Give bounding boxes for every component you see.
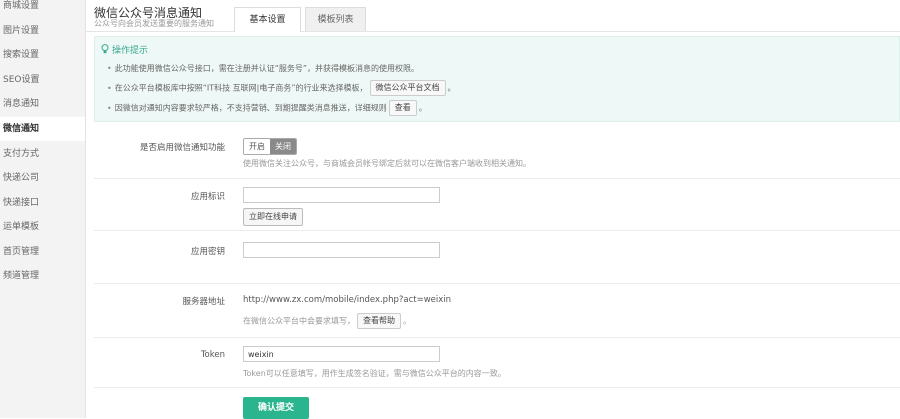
tip-line-2-suffix: 。	[447, 83, 456, 93]
tabs-divider	[85, 31, 900, 32]
sidebar-item-channel-management[interactable]: 频道管理	[0, 264, 85, 288]
sidebar-item-search-settings[interactable]: 搜索设置	[0, 43, 85, 67]
tips-heading: 操作提示	[101, 43, 148, 56]
toggle-off-option[interactable]: 关闭	[270, 139, 296, 154]
row-divider	[94, 230, 900, 231]
sidebar: 商城设置 图片设置 搜索设置 SEO设置 消息通知 微信通知 支付方式 快递公司…	[0, 0, 86, 418]
token-input[interactable]	[243, 346, 440, 362]
server-url-value: http://www.zx.com/mobile/index.php?act=w…	[243, 295, 452, 305]
view-help-button[interactable]: 查看帮助	[357, 313, 401, 329]
wechat-docs-button[interactable]: 微信公众平台文档	[369, 80, 446, 96]
server-url-hint: 在微信公众平台中会要求填写， 查看帮助。	[243, 313, 411, 330]
sidebar-item-mall-settings[interactable]: 商城设置	[0, 0, 85, 18]
view-rules-button[interactable]: 查看	[388, 100, 417, 116]
lightbulb-icon	[101, 44, 109, 54]
tab-template-list[interactable]: 模板列表	[305, 7, 366, 31]
token-hint: Token可以任意填写，用作生成签名验证，需与微信公众平台的内容一致。	[243, 369, 506, 378]
tip-line-1-text: 此功能使用微信公众号接口，需在注册并认证“服务号”，并获得模板消息的使用权限。	[114, 64, 420, 73]
row-divider	[94, 178, 900, 179]
enable-toggle: 开启 关闭	[243, 138, 297, 155]
sidebar-item-waybill-templates[interactable]: 运单模板	[0, 215, 85, 239]
sidebar-item-courier-api[interactable]: 快递接口	[0, 191, 85, 215]
sidebar-item-courier-companies[interactable]: 快递公司	[0, 166, 85, 190]
tip-line-2: • 在公众平台模板库中按照“IT科技 互联网|电子商务”的行业来选择模板， 微信公众…	[107, 80, 456, 96]
app-id-label: 应用标识	[190, 192, 225, 202]
server-url-label: 服务器地址	[182, 297, 225, 307]
tip-line-3-suffix: 。	[418, 103, 427, 113]
page-subtitle: 公众号向会员发送重要的服务通知	[94, 19, 214, 28]
app-secret-input[interactable]	[243, 242, 440, 258]
sidebar-item-payment-methods[interactable]: 支付方式	[0, 142, 85, 166]
tab-basic-settings[interactable]: 基本设置	[234, 7, 301, 32]
server-url-hint-suffix: 。	[403, 316, 411, 326]
row-divider	[94, 387, 900, 388]
sidebar-item-homepage-management[interactable]: 首页管理	[0, 240, 85, 264]
tip-line-3-text: 因微信对通知内容要求较严格，不支持营销、到期提醒类消息推送，详细规则	[114, 103, 387, 113]
sidebar-item-message-notice[interactable]: 消息通知	[0, 92, 85, 116]
operation-tips: 操作提示 • 此功能使用微信公众号接口，需在注册并认证“服务号”，并获得模板消息的…	[94, 36, 900, 122]
row-divider	[94, 337, 900, 338]
server-url-hint-text: 在微信公众平台中会要求填写，	[243, 316, 355, 326]
token-label: Token	[200, 350, 225, 360]
sidebar-item-seo-settings[interactable]: SEO设置	[0, 68, 85, 92]
apply-online-button[interactable]: 立即在线申请	[243, 208, 303, 226]
sidebar-item-image-settings[interactable]: 图片设置	[0, 19, 85, 43]
main-content: 微信公众号消息通知 公众号向会员发送重要的服务通知 基本设置 模板列表 操作提示…	[85, 0, 900, 419]
app-id-input[interactable]	[243, 187, 440, 203]
tip-line-1: • 此功能使用微信公众号接口，需在注册并认证“服务号”，并获得模板消息的使用权限。	[107, 64, 420, 73]
submit-button[interactable]: 确认提交	[243, 397, 309, 419]
row-divider	[94, 283, 900, 284]
tip-line-3: • 因微信对通知内容要求较严格，不支持营销、到期提醒类消息推送，详细规则 查看。	[107, 100, 427, 116]
app-secret-label: 应用密钥	[190, 247, 225, 257]
enable-label: 是否启用微信通知功能	[139, 143, 225, 153]
tip-line-2-text: 在公众平台模板库中按照“IT科技 互联网|电子商务”的行业来选择模板，	[114, 83, 368, 93]
enable-hint: 使用微信关注公众号，与商城会员帐号绑定后就可以在微信客户端收到相关通知。	[243, 159, 531, 168]
tips-title: 操作提示	[112, 46, 149, 56]
sidebar-item-wechat-notice[interactable]: 微信通知	[0, 117, 85, 141]
toggle-on-option[interactable]: 开启	[244, 139, 270, 154]
